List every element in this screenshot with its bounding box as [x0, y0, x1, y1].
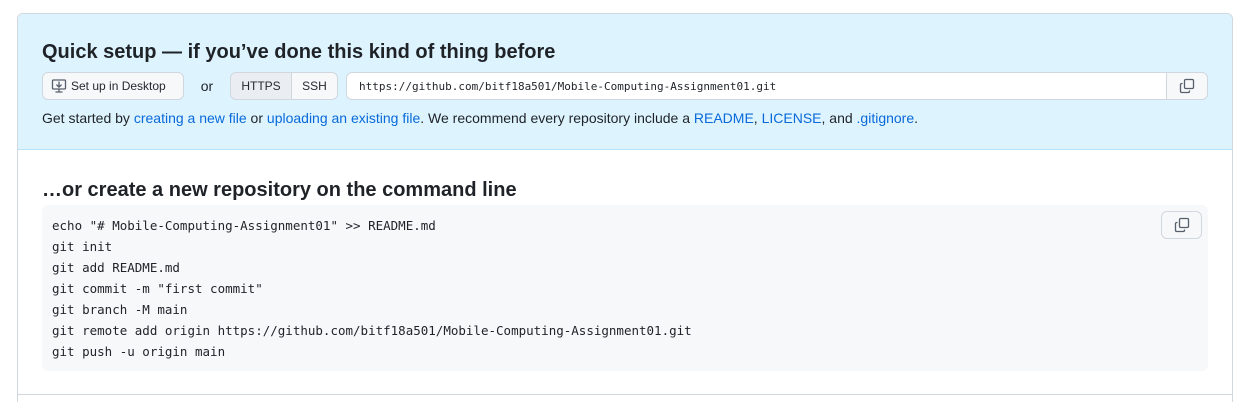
command-line-section: …or create a new repository on the comma… [18, 150, 1232, 371]
command-line-title: …or create a new repository on the comma… [42, 179, 517, 201]
upload-existing-file-link[interactable]: uploading an existing file [267, 110, 420, 126]
protocol-https-button[interactable]: HTTPS [230, 72, 292, 100]
setup-desktop-button[interactable]: Set up in Desktop [42, 72, 184, 100]
gitignore-link[interactable]: .gitignore [857, 110, 915, 126]
clone-controls: Set up in Desktop or HTTPS SSH [42, 72, 1208, 100]
copy-icon [1174, 217, 1190, 233]
code-line: git branch -M main [52, 302, 188, 317]
code-line: echo "# Mobile-Computing-Assignment01" >… [52, 218, 436, 233]
repo-empty-setup-panel: Quick setup — if you’ve done this kind o… [17, 13, 1233, 402]
readme-link[interactable]: README [694, 110, 754, 126]
quick-setup-section: Quick setup — if you’ve done this kind o… [18, 14, 1232, 150]
get-started-text: Get started by creating a new file or up… [42, 108, 918, 128]
command-code-block: echo "# Mobile-Computing-Assignment01" >… [42, 205, 1208, 371]
code-line: git init [52, 239, 113, 254]
protocol-toggle: HTTPS SSH [230, 72, 338, 100]
code-line: git push -u origin main [52, 344, 226, 359]
copy-url-button[interactable] [1166, 72, 1208, 100]
section-divider [18, 394, 1232, 395]
get-started-suffix: . [914, 110, 919, 126]
create-new-file-link[interactable]: creating a new file [134, 110, 247, 126]
recommend-text: . We recommend every repository include … [420, 110, 694, 126]
get-started-or: or [246, 110, 267, 126]
code-line: git commit -m "first commit" [52, 281, 263, 296]
clone-url-group [346, 72, 1208, 100]
desktop-download-icon [51, 78, 67, 94]
license-link[interactable]: LICENSE [762, 110, 822, 126]
copy-icon [1179, 78, 1195, 94]
copy-commands-button[interactable] [1161, 211, 1202, 239]
or-label: or [200, 78, 214, 94]
protocol-ssh-button[interactable]: SSH [292, 72, 338, 100]
comma-2: , and [821, 110, 857, 126]
clone-url-input[interactable] [346, 72, 1166, 100]
setup-desktop-label: Set up in Desktop [71, 79, 166, 93]
comma-1: , [753, 110, 762, 126]
get-started-prefix: Get started by [42, 110, 134, 126]
code-line: git add README.md [52, 260, 180, 275]
quick-setup-title: Quick setup — if you’ve done this kind o… [42, 41, 556, 63]
code-line: git remote add origin https://github.com… [52, 323, 692, 338]
